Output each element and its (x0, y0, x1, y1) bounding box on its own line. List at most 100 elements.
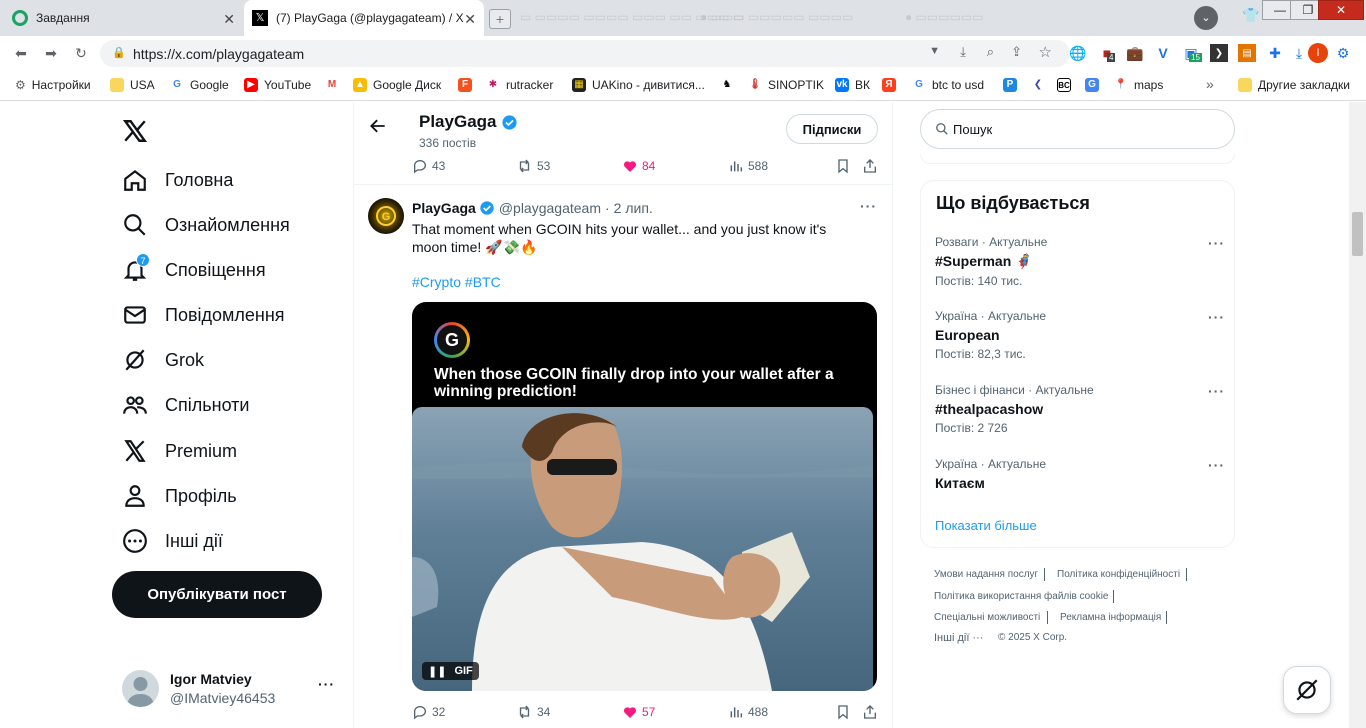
nav-notifications[interactable]: 7 Сповіщення (122, 253, 266, 283)
bookmark-star-icon[interactable]: ☆ (1039, 43, 1052, 61)
like-button[interactable]: 57 (622, 704, 655, 720)
new-tab-button[interactable]: + (489, 9, 511, 29)
zoom-icon[interactable]: ⌕ (987, 44, 994, 60)
bookmark-drive[interactable]: ▲ Google Диск (353, 78, 441, 92)
globe-ext-icon[interactable]: 🌐 (1069, 44, 1087, 62)
bookmark-gmail[interactable]: M (325, 78, 345, 92)
back-arrow-icon[interactable] (368, 116, 388, 136)
x-logo-icon[interactable] (122, 118, 148, 144)
install-icon[interactable]: ⤓ (960, 44, 966, 60)
bookmark-maps[interactable]: 📍 maps (1114, 78, 1163, 92)
post-author-handle[interactable]: @playgagateam (499, 200, 601, 216)
trend-item[interactable]: Бізнес і фінанси · Актуальне #thealpacas… (935, 383, 1225, 435)
trend-item[interactable]: Україна · Актуальне European Постів: 82,… (935, 309, 1225, 361)
views-button[interactable]: 488 (728, 704, 768, 720)
nav-grok[interactable]: Grok (122, 347, 204, 373)
nav-premium[interactable]: Premium (122, 438, 237, 464)
gif-controls[interactable]: ❚❚ GIF (422, 662, 479, 680)
trend-more-icon[interactable]: ··· (1208, 457, 1225, 473)
trend-more-icon[interactable]: ··· (1208, 383, 1225, 399)
search-box[interactable]: Пошук (920, 109, 1235, 149)
footer-link[interactable]: Політика конфіденційності (1057, 569, 1180, 580)
menu-icon[interactable]: ⚙ (1334, 44, 1352, 62)
like-button[interactable]: 84 (622, 158, 655, 174)
briefcase-ext-icon[interactable]: 💼 (1126, 44, 1144, 62)
dropdown-icon[interactable]: ▼ (929, 45, 940, 57)
trend-item[interactable]: Україна · Актуальне Китаєм ··· (935, 457, 1225, 491)
footer-link[interactable]: Політика використання файлів cookie (934, 591, 1108, 602)
footer-link[interactable]: Спеціальні можливості (934, 612, 1040, 623)
bookmark-chess[interactable]: ♞ (720, 78, 740, 92)
chart-ext-icon[interactable]: ▤ (1238, 44, 1256, 62)
bookmark-google[interactable]: G Google (170, 78, 229, 92)
views-button[interactable]: 588 (728, 158, 768, 174)
trend-more-icon[interactable]: ··· (1208, 235, 1225, 251)
bookmark-f[interactable]: F (458, 78, 478, 92)
terminal-ext-icon[interactable]: ❯ (1210, 44, 1228, 62)
bookmark-uakino[interactable]: ▦ UAKino - дивитися... (572, 78, 705, 92)
close-window-button[interactable]: ✕ (1318, 0, 1364, 20)
page-scrollbar[interactable] (1349, 102, 1366, 728)
post-author-name[interactable]: PlayGaga (412, 200, 476, 216)
bookmark-youtube[interactable]: ▶ YouTube (244, 78, 311, 92)
post-more-icon[interactable]: ··· (860, 198, 877, 214)
repost-button[interactable]: 53 (516, 158, 550, 174)
nav-profile[interactable]: Профіль (122, 483, 237, 509)
bookmark-button[interactable] (835, 158, 855, 174)
extensions-puzzle-icon[interactable]: ✚ (1266, 44, 1284, 62)
reply-button[interactable]: 32 (412, 704, 445, 720)
show-more-link[interactable]: Показати більше (935, 518, 1037, 533)
tab-zavdannia[interactable]: Завдання ✕ (0, 0, 243, 36)
pause-icon[interactable]: ❚❚ (428, 665, 446, 678)
bookmark-rutracker[interactable]: ✱ rutracker (486, 78, 553, 92)
nav-messages[interactable]: Повідомлення (122, 302, 285, 328)
grok-floating-button[interactable] (1283, 666, 1331, 714)
download-icon[interactable]: ⤓ (1290, 44, 1308, 62)
profile-avatar[interactable]: I (1308, 43, 1328, 63)
v-ext-icon[interactable]: V (1154, 44, 1172, 62)
bookmarks-overflow-icon[interactable]: » (1206, 76, 1214, 92)
nav-communities[interactable]: Спільноти (122, 392, 249, 418)
shield-ext-icon[interactable]: ■4 (1098, 44, 1116, 62)
address-bar[interactable]: 🔒 https://x.com/playgagateam ▼ ⤓ ⌕ ⇪ ☆ (100, 40, 1070, 67)
bookmark-other[interactable]: Другие закладки (1238, 78, 1350, 92)
scrollbar-thumb[interactable] (1352, 212, 1363, 256)
share-button[interactable] (862, 704, 882, 720)
trend-more-icon[interactable]: ··· (1208, 309, 1225, 325)
tasks-ext-icon[interactable]: ▣15 (1182, 44, 1202, 62)
bookmark-bc[interactable]: BC (1057, 78, 1077, 92)
post-media[interactable]: G When those GCOIN finally drop into you… (412, 302, 877, 691)
following-button[interactable]: Підписки (786, 114, 878, 144)
post-date[interactable]: 2 лип. (614, 200, 653, 216)
tab-search-button[interactable]: ⌄ (1194, 6, 1218, 30)
share-button[interactable] (862, 158, 882, 174)
bookmark-vk[interactable]: vk ВК (835, 78, 870, 92)
share-icon[interactable]: ⇪ (1011, 44, 1022, 60)
trend-item[interactable]: Розваги · Актуальне #Superman 🦸 Постів: … (935, 235, 1225, 288)
bookmark-translate[interactable]: G (1085, 78, 1105, 92)
post-avatar[interactable]: G (368, 198, 404, 234)
publish-post-button[interactable]: Опублікувати пост (112, 571, 322, 618)
reply-button[interactable]: 43 (412, 158, 445, 174)
footer-more-link[interactable]: Інші дії ··· (934, 632, 983, 644)
bookmark-button[interactable] (835, 704, 855, 720)
post-hashtags[interactable]: #Crypto #BTC (412, 274, 501, 290)
close-tab-icon[interactable]: ✕ (464, 11, 476, 28)
more-dots-icon[interactable]: ··· (318, 676, 335, 692)
forward-icon[interactable]: ➡ (42, 44, 60, 62)
reload-icon[interactable]: ↻ (72, 44, 90, 62)
bookmark-settings[interactable]: ⚙ Настройки (15, 78, 91, 92)
bookmark-arrow[interactable]: ❮ (1031, 78, 1051, 92)
repost-button[interactable]: 34 (516, 704, 550, 720)
tab-playgaga[interactable]: 𝕏 (7) PlayGaga (@playgagateam) / X ✕ (244, 0, 484, 36)
close-tab-icon[interactable]: ✕ (223, 11, 235, 28)
bookmark-p[interactable]: P (1003, 78, 1023, 92)
back-icon[interactable]: ⬅ (12, 44, 30, 62)
nav-explore[interactable]: Ознайомлення (122, 212, 290, 238)
bookmark-usa[interactable]: USA (110, 78, 155, 92)
footer-link[interactable]: Рекламна інформація (1060, 612, 1161, 623)
bookmark-sinoptik[interactable]: 🌡 SINOPTIK (748, 78, 824, 92)
nav-more[interactable]: Інші дії (122, 528, 223, 554)
nav-home[interactable]: Головна (122, 167, 233, 193)
account-switcher[interactable]: Igor Matviey @IMatviey46453 ··· (122, 668, 337, 708)
